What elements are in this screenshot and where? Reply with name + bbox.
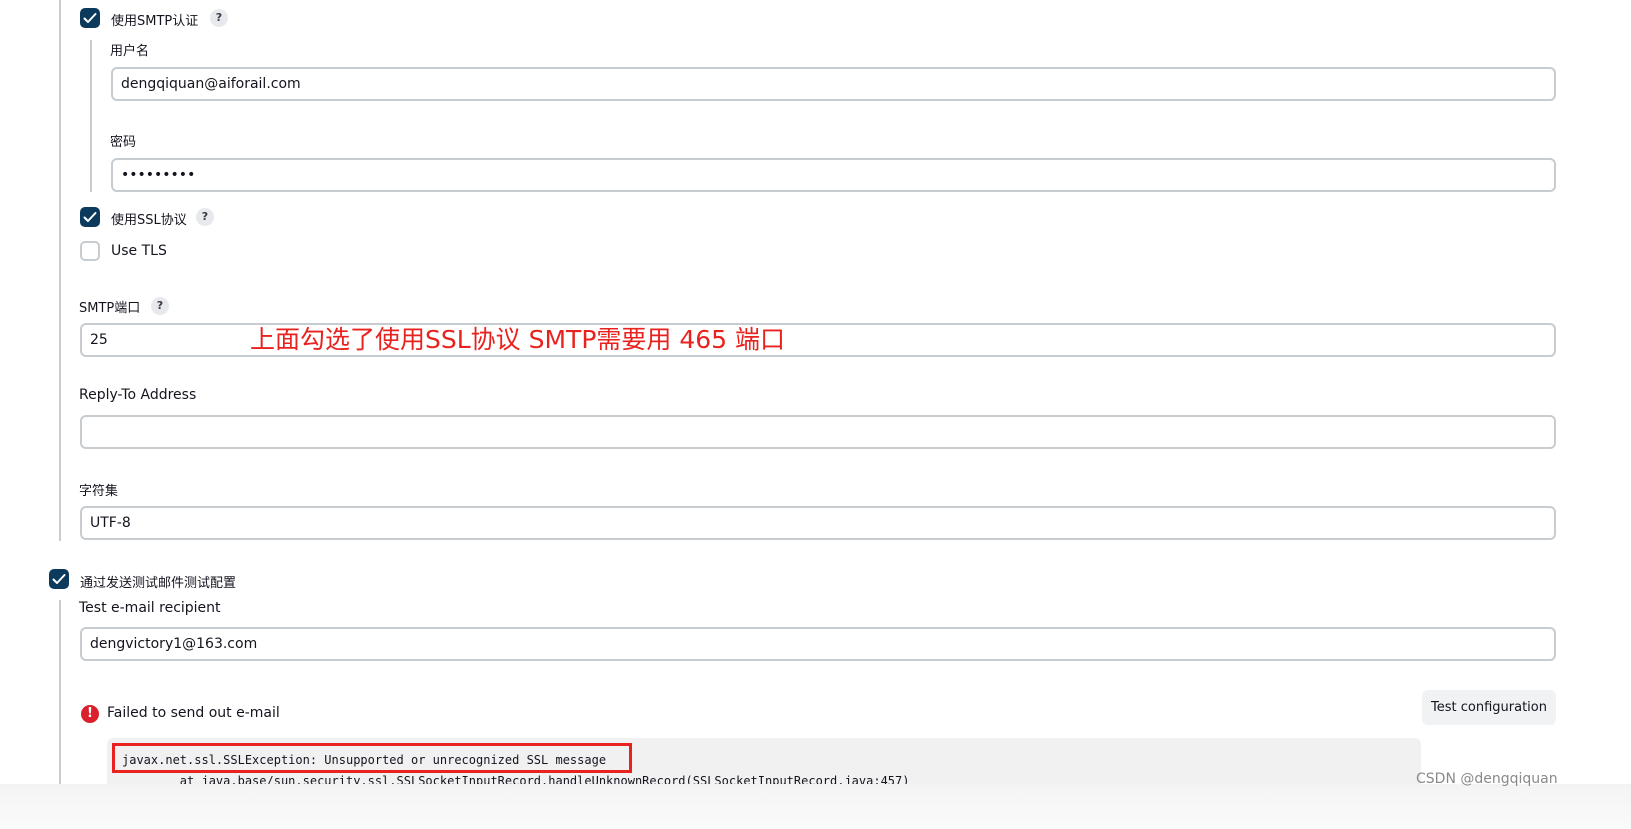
test-recipient-input[interactable] — [80, 627, 1556, 661]
ssl-help-icon[interactable]: ? — [196, 208, 214, 226]
smtp-port-label: SMTP端口 — [79, 301, 141, 316]
username-input[interactable] — [111, 67, 1556, 101]
username-label: 用户名 — [110, 44, 150, 59]
section-guide-line — [59, 0, 61, 541]
smtp-auth-help-icon[interactable]: ? — [210, 9, 228, 27]
password-input[interactable] — [111, 158, 1556, 192]
error-message: Failed to send out e-mail — [107, 705, 280, 721]
check-icon — [83, 13, 97, 23]
watermark-text: CSDN @dengqiquan — [1416, 771, 1558, 787]
test-configuration-button[interactable]: Test configuration — [1422, 690, 1556, 725]
charset-label: 字符集 — [79, 484, 119, 499]
password-label: 密码 — [110, 135, 137, 150]
reply-to-input[interactable] — [80, 415, 1556, 449]
smtp-port-help-icon[interactable]: ? — [151, 297, 169, 315]
error-highlight-box — [112, 743, 632, 773]
tls-label: Use TLS — [111, 243, 167, 259]
tls-checkbox[interactable] — [80, 241, 100, 261]
test-guide-line — [59, 600, 61, 784]
auth-guide-line — [90, 40, 92, 192]
smtp-auth-label: 使用SMTP认证 — [111, 14, 199, 29]
check-icon — [83, 212, 97, 222]
test-mail-checkbox[interactable] — [49, 569, 69, 589]
check-icon — [52, 574, 66, 584]
test-mail-label: 通过发送测试邮件测试配置 — [80, 576, 237, 591]
bottom-fade — [0, 784, 1631, 829]
charset-input[interactable] — [80, 506, 1556, 540]
smtp-auth-checkbox[interactable] — [80, 8, 100, 28]
ssl-label: 使用SSL协议 — [111, 213, 187, 228]
ssl-checkbox[interactable] — [80, 207, 100, 227]
error-icon: ! — [81, 705, 99, 723]
test-recipient-label: Test e-mail recipient — [79, 600, 221, 616]
reply-to-label: Reply-To Address — [79, 387, 197, 403]
annotation-text: 上面勾选了使用SSL协议 SMTP需要用 465 端口 — [250, 325, 786, 354]
